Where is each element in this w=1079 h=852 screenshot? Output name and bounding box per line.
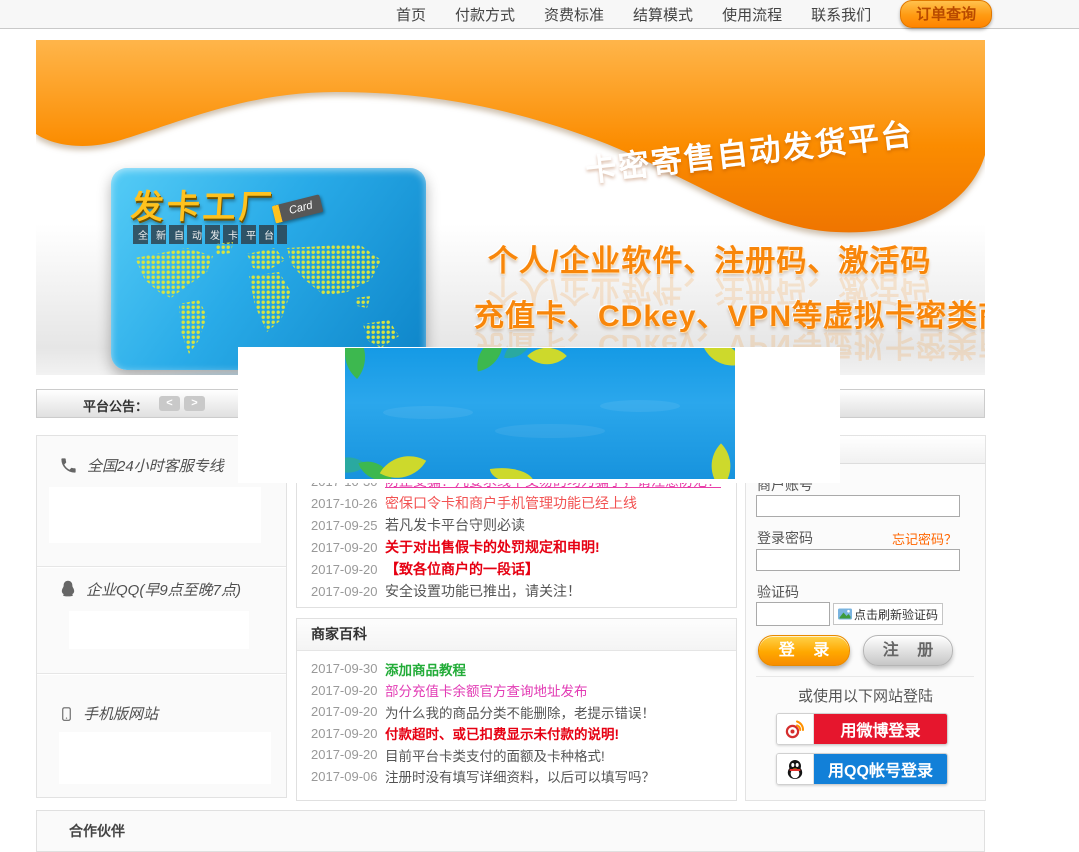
banner-headline-1-reflection: 个人/企业软件、注册码、激活码	[488, 271, 931, 315]
mobile-site-label: 手机版网站	[83, 703, 158, 724]
wiki-link[interactable]: 付款超时、或已扣费显示未付款的说明!	[385, 723, 619, 743]
qq-number-box	[69, 611, 249, 649]
qq-login-label: 用QQ帐号登录	[814, 754, 947, 784]
leaf-decoration	[345, 348, 379, 379]
leaf-decoration	[698, 443, 735, 479]
notice-row: 2017-09-20 关于对出售假卡的处罚规定和申明!	[297, 536, 736, 558]
alt-login-text: 或使用以下网站登陆	[746, 685, 985, 706]
wiki-link[interactable]: 注册时没有填写详细资料，以后可以填写吗？	[385, 766, 655, 786]
qq-section: 企业QQ(早9点至晚7点)	[59, 579, 241, 600]
qq-penguin-icon	[777, 754, 814, 784]
mobile-site-section: 手机版网站	[59, 703, 158, 724]
weibo-login-button[interactable]: 用微博登录	[776, 713, 948, 745]
nav-fee-standards[interactable]: 资费标准	[544, 4, 604, 25]
notice-row: 2017-10-26 密保口令卡和商户手机管理功能已经上线	[297, 492, 736, 514]
leaf-decoration	[380, 444, 426, 479]
partners-section: 合作伙伴	[36, 810, 985, 852]
hero-banner: 卡密寄售自动发货平台 发卡工厂 Card 全新自动发卡平台 个人/企业软件、注册…	[36, 40, 985, 375]
login-divider	[756, 676, 974, 677]
sidebar-divider	[37, 673, 286, 674]
merchant-login-panel: 商户账号 登录密码 忘记密码？ 验证码 点击刷新验证码 登 录 注 册 或使用以…	[745, 435, 986, 801]
notice-link[interactable]: 密保口令卡和商户手机管理功能已经上线	[385, 493, 637, 513]
announcement-next-button[interactable]: >	[184, 396, 205, 411]
wiki-date: 2017-09-06	[311, 769, 385, 784]
wiki-date: 2017-09-20	[311, 747, 385, 762]
popup-overlay	[238, 347, 840, 483]
nav-settlement-mode[interactable]: 结算模式	[633, 4, 693, 25]
brand-card: 发卡工厂 Card 全新自动发卡平台	[111, 168, 426, 370]
order-query-button[interactable]: 订单查询	[900, 0, 992, 28]
phone-icon	[59, 456, 78, 475]
nav-contact-us[interactable]: 联系我们	[811, 4, 871, 25]
sidebar-divider	[37, 566, 286, 567]
wiki-date: 2017-09-20	[311, 683, 385, 698]
hotline-label: 全国24小时客服专线	[87, 455, 224, 476]
hotline-section: 全国24小时客服专线	[59, 455, 224, 476]
merchant-wiki-card: 商家百科 2017-09-30 添加商品教程 2017-09-20 部分充值卡余…	[296, 618, 737, 801]
captcha-refresh-button[interactable]: 点击刷新验证码	[833, 603, 943, 625]
qq-label: 企业QQ(早9点至晚7点)	[86, 579, 241, 600]
weibo-login-label: 用微博登录	[814, 714, 947, 744]
notice-row: 2017-09-20 【致各位商户的一段话】	[297, 558, 736, 580]
captcha-refresh-label: 点击刷新验证码	[854, 606, 938, 623]
notice-date: 2017-09-20	[311, 540, 385, 555]
wiki-row: 2017-09-30 添加商品教程	[297, 658, 736, 680]
password-label: 登录密码	[757, 528, 813, 548]
mobile-icon	[59, 704, 74, 724]
notice-link[interactable]: 关于对出售假卡的处罚规定和申明!	[385, 537, 600, 557]
image-icon	[838, 607, 852, 621]
wiki-card-title: 商家百科	[297, 619, 736, 651]
announcement-prev-button[interactable]: <	[159, 396, 180, 411]
wiki-date: 2017-09-20	[311, 726, 385, 741]
leaf-decoration	[527, 348, 567, 376]
hotline-number-box	[49, 487, 261, 543]
wiki-link[interactable]: 添加商品教程	[385, 659, 466, 679]
nav-payment-methods[interactable]: 付款方式	[455, 4, 515, 25]
wiki-row: 2017-09-20 目前平台卡类支付的面额及卡种格式!	[297, 744, 736, 766]
qq-login-button[interactable]: 用QQ帐号登录	[776, 753, 948, 785]
leaf-decoration	[473, 348, 508, 371]
password-input[interactable]	[756, 549, 960, 571]
qq-icon	[59, 580, 77, 599]
popup-banner-image[interactable]	[345, 348, 735, 479]
leaf-decoration	[490, 463, 534, 479]
brand-logo: 发卡工厂	[129, 180, 276, 228]
notice-date: 2017-09-20	[311, 584, 385, 599]
notice-row: 2017-09-20 安全设置功能已推出，请关注！	[297, 580, 736, 602]
notice-link[interactable]: 安全设置功能已推出，请关注！	[385, 581, 581, 601]
forgot-password-link[interactable]: 忘记密码？	[892, 529, 957, 548]
top-navigation: 首页 付款方式 资费标准 结算模式 使用流程 联系我们 订单查询	[0, 0, 1079, 29]
notice-date: 2017-09-25	[311, 518, 385, 533]
notice-link[interactable]: 若凡发卡平台守则必读	[385, 515, 525, 535]
wiki-link[interactable]: 部分充值卡余额官方查询地址发布	[385, 680, 588, 700]
wiki-date: 2017-09-20	[311, 704, 385, 719]
wiki-link[interactable]: 为什么我的商品分类不能删除，老提示错误！	[385, 702, 655, 722]
login-button[interactable]: 登 录	[758, 635, 850, 666]
notice-row: 2017-09-25 若凡发卡平台守则必读	[297, 514, 736, 536]
nav-home[interactable]: 首页	[396, 4, 426, 25]
brand-card-tag: Card	[272, 194, 324, 223]
partners-title: 合作伙伴	[69, 821, 125, 841]
notice-link[interactable]: 【致各位商户的一段话】	[385, 559, 539, 579]
wiki-row: 2017-09-06 注册时没有填写详细资料，以后可以填写吗？	[297, 766, 736, 788]
notice-date: 2017-10-26	[311, 496, 385, 511]
announcement-bar-label: 平台公告：	[83, 396, 148, 415]
captcha-label: 验证码	[757, 582, 799, 602]
world-map-graphic	[121, 240, 416, 362]
contact-sidebar: 全国24小时客服专线 企业QQ(早9点至晚7点) 手机版网站	[36, 435, 287, 798]
notice-date: 2017-09-20	[311, 562, 385, 577]
account-input[interactable]	[756, 495, 960, 517]
wiki-row: 2017-09-20 付款超时、或已扣费显示未付款的说明!	[297, 723, 736, 745]
wiki-row: 2017-09-20 为什么我的商品分类不能删除，老提示错误！	[297, 701, 736, 723]
captcha-input[interactable]	[756, 602, 830, 626]
weibo-icon	[777, 714, 814, 744]
wiki-link[interactable]: 目前平台卡类支付的面额及卡种格式!	[385, 745, 605, 765]
nav-usage-flow[interactable]: 使用流程	[722, 4, 782, 25]
leaf-decoration	[702, 348, 735, 375]
wiki-row: 2017-09-20 部分充值卡余额官方查询地址发布	[297, 680, 736, 702]
mobile-qr-box	[59, 732, 271, 784]
wiki-date: 2017-09-30	[311, 661, 385, 676]
register-button[interactable]: 注 册	[863, 635, 953, 666]
